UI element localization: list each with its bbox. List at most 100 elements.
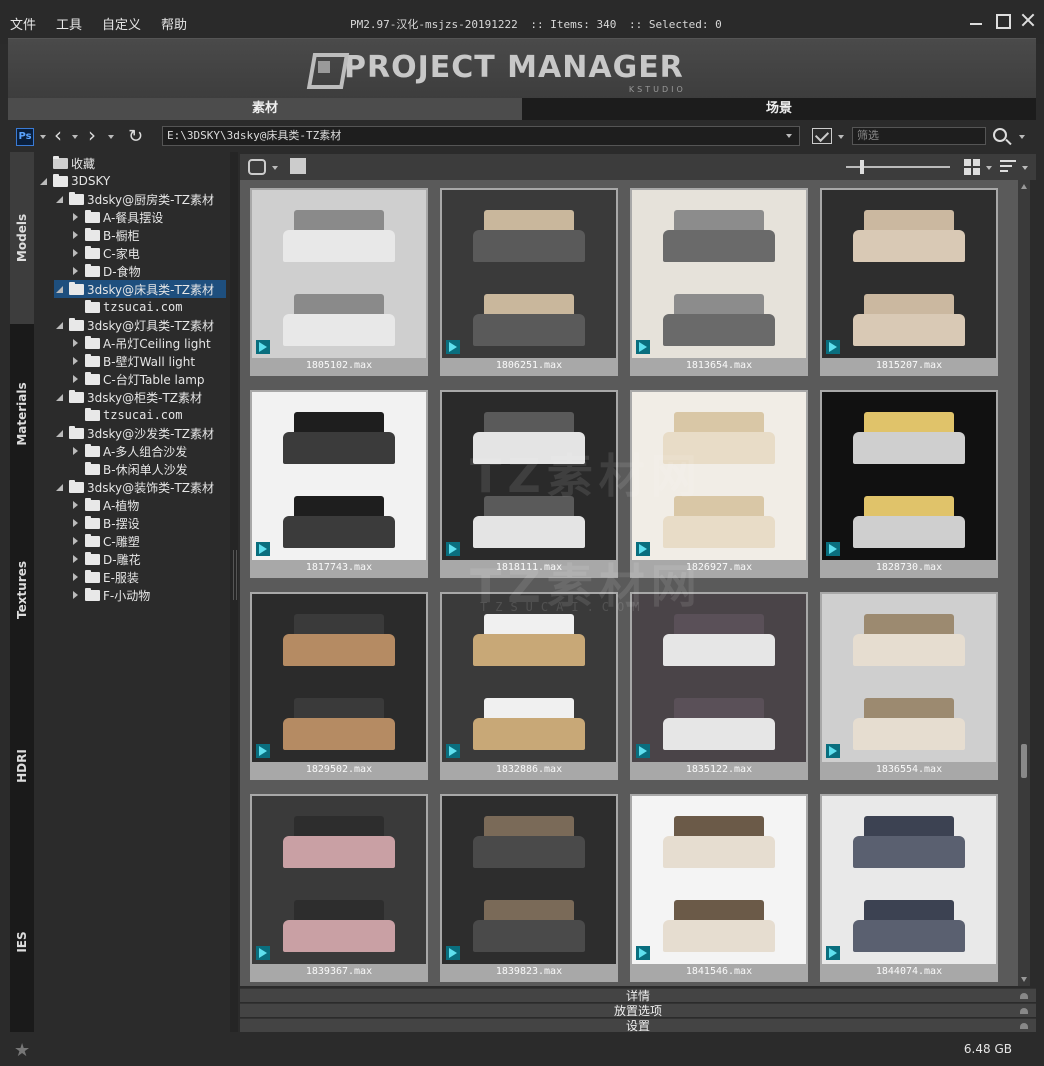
details-section[interactable]: 详情 (240, 988, 1036, 1003)
asset-card[interactable]: 1835122.max (630, 592, 808, 780)
tab-scenes[interactable]: 场景 (522, 98, 1036, 120)
side-tab-materials[interactable]: Materials (10, 328, 34, 500)
forward-arrow-icon[interactable]: › (88, 125, 96, 145)
sync-icon[interactable] (248, 159, 266, 175)
asset-card[interactable]: 1805102.max (250, 188, 428, 376)
asset-card[interactable]: 1828730.max (820, 390, 998, 578)
asset-card[interactable]: 1839823.max (440, 794, 618, 982)
filter-input[interactable]: 筛选 (852, 127, 986, 145)
side-tab-textures[interactable]: Textures (10, 504, 34, 676)
path-dropdown-icon[interactable] (786, 134, 792, 138)
asset-card[interactable]: 1815207.max (820, 188, 998, 376)
tree-item[interactable]: A-植物 (70, 496, 226, 514)
collapsed-arrow-icon[interactable] (70, 571, 82, 583)
star-icon[interactable]: ★ (14, 1040, 30, 1061)
expanded-arrow-icon[interactable] (54, 427, 66, 439)
tree-item[interactable]: A-吊灯Ceiling light (70, 334, 226, 352)
menu-help[interactable]: 帮助 (161, 14, 187, 33)
maximize-button[interactable] (994, 12, 1011, 29)
search-icon[interactable] (993, 128, 1007, 142)
forward-dropdown-icon[interactable] (108, 135, 114, 139)
collapsed-arrow-icon[interactable] (70, 499, 82, 511)
tree-item[interactable]: A-多人组合沙发 (70, 442, 226, 460)
expanded-arrow-icon[interactable] (54, 481, 66, 493)
side-tab-hdri[interactable]: HDRI (10, 680, 34, 852)
tree-item[interactable]: C-雕塑 (70, 532, 226, 550)
asset-card[interactable]: 1826927.max (630, 390, 808, 578)
tree-item[interactable]: 3dsky@床具类-TZ素材 (54, 280, 226, 298)
tree-item[interactable]: 3DSKY (38, 172, 226, 190)
tree-item[interactable]: B-摆设 (70, 514, 226, 532)
tree-item[interactable]: 收藏 (38, 154, 226, 172)
expanded-arrow-icon[interactable] (38, 175, 50, 187)
tree-item[interactable]: C-台灯Table lamp (70, 370, 226, 388)
menu-file[interactable]: 文件 (10, 14, 36, 33)
tree-item[interactable]: 3dsky@沙发类-TZ素材 (54, 424, 226, 442)
asset-card[interactable]: 1841546.max (630, 794, 808, 982)
search-dropdown-icon[interactable] (1019, 135, 1025, 139)
tree-item[interactable]: tzsucai.com (70, 406, 226, 424)
collapsed-arrow-icon[interactable] (70, 355, 82, 367)
tree-item[interactable]: B-壁灯Wall light (70, 352, 226, 370)
asset-card[interactable]: 1806251.max (440, 188, 618, 376)
tree-item[interactable]: A-餐具摆设 (70, 208, 226, 226)
settings-section[interactable]: 设置 (240, 1018, 1036, 1033)
menu-customize[interactable]: 自定义 (102, 14, 141, 33)
sort-icon[interactable] (1000, 160, 1016, 174)
asset-card[interactable]: 1829502.max (250, 592, 428, 780)
scroll-down-icon[interactable] (1021, 977, 1027, 982)
ps-dropdown-icon[interactable] (40, 135, 46, 139)
sort-dropdown-icon[interactable] (1022, 166, 1028, 170)
tree-item[interactable]: 3dsky@柜类-TZ素材 (54, 388, 226, 406)
path-input[interactable]: E:\3DSKY\3dsky@床具类-TZ素材 (162, 126, 800, 146)
back-dropdown-icon[interactable] (72, 135, 78, 139)
tree-item[interactable]: B-休闲单人沙发 (70, 460, 226, 478)
close-button[interactable] (1020, 12, 1036, 28)
expanded-arrow-icon[interactable] (54, 193, 66, 205)
collapsed-arrow-icon[interactable] (70, 535, 82, 547)
tree-item[interactable]: D-雕花 (70, 550, 226, 568)
tree-item[interactable]: D-食物 (70, 262, 226, 280)
sync-dropdown-icon[interactable] (272, 166, 278, 170)
tree-item[interactable]: E-服装 (70, 568, 226, 586)
collapsed-arrow-icon[interactable] (70, 229, 82, 241)
panel-splitter[interactable] (230, 152, 238, 1032)
expanded-arrow-icon[interactable] (54, 319, 66, 331)
collapsed-arrow-icon[interactable] (70, 337, 82, 349)
tree-item[interactable]: B-橱柜 (70, 226, 226, 244)
package-icon[interactable] (290, 158, 306, 174)
view-dropdown-icon[interactable] (986, 166, 992, 170)
tree-item[interactable]: tzsucai.com (70, 298, 226, 316)
collapsed-arrow-icon[interactable] (70, 211, 82, 223)
grid-view-icon[interactable] (964, 159, 980, 175)
tree-item[interactable]: 3dsky@装饰类-TZ素材 (54, 478, 226, 496)
collapsed-arrow-icon[interactable] (70, 589, 82, 601)
placement-options-section[interactable]: 放置选项 (240, 1003, 1036, 1018)
scroll-up-icon[interactable] (1021, 184, 1027, 189)
minimize-button[interactable] (968, 12, 984, 28)
asset-card[interactable]: 1813654.max (630, 188, 808, 376)
collapsed-arrow-icon[interactable] (70, 373, 82, 385)
asset-card[interactable]: 1844074.max (820, 794, 998, 982)
gallery-scrollbar[interactable] (1018, 180, 1030, 986)
collapsed-arrow-icon[interactable] (70, 517, 82, 529)
tree-item[interactable]: 3dsky@灯具类-TZ素材 (54, 316, 226, 334)
photoshop-icon[interactable]: Ps (16, 128, 34, 146)
refresh-icon[interactable]: ↻ (128, 126, 143, 147)
collapsed-arrow-icon[interactable] (70, 553, 82, 565)
menu-tools[interactable]: 工具 (56, 14, 82, 33)
filter-toggle-icon[interactable] (812, 128, 832, 144)
back-arrow-icon[interactable]: ‹ (54, 125, 62, 145)
tab-assets[interactable]: 素材 (8, 98, 522, 120)
asset-card[interactable]: 1839367.max (250, 794, 428, 982)
collapsed-arrow-icon[interactable] (70, 247, 82, 259)
expanded-arrow-icon[interactable] (54, 391, 66, 403)
tree-item[interactable]: C-家电 (70, 244, 226, 262)
filter-dropdown-icon[interactable] (838, 135, 844, 139)
asset-card[interactable]: 1836554.max (820, 592, 998, 780)
asset-card[interactable]: 1818111.max (440, 390, 618, 578)
side-tab-models[interactable]: Models (10, 152, 34, 324)
side-tab-ies[interactable]: IES (10, 856, 34, 1028)
asset-card[interactable]: 1832886.max (440, 592, 618, 780)
collapsed-arrow-icon[interactable] (70, 265, 82, 277)
